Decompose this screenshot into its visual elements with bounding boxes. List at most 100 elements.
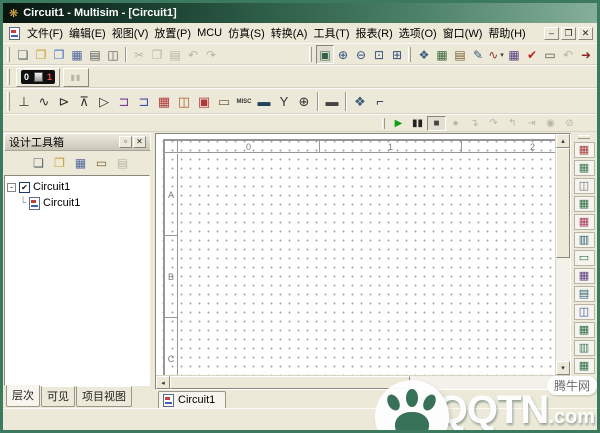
distortion-analyzer-button[interactable]: ▥: [573, 340, 595, 356]
step-over-button[interactable]: ↷: [484, 116, 503, 131]
menu-mcu[interactable]: MCU: [194, 25, 225, 41]
spectrum-analyzer-button[interactable]: ▦: [573, 358, 595, 374]
menu-view[interactable]: 视图(V): [109, 23, 152, 43]
menu-place[interactable]: 放置(P): [151, 23, 194, 43]
save-button[interactable]: ▦: [68, 45, 86, 64]
toolbar-grip[interactable]: [309, 47, 312, 62]
design-toolbox-toggle-button[interactable]: ❖: [415, 45, 433, 64]
place-misc-digital-button[interactable]: ▦: [154, 91, 174, 113]
tree-checkbox[interactable]: ✔: [19, 181, 30, 193]
place-source-button[interactable]: ⊥: [14, 91, 34, 113]
oscilloscope-button[interactable]: ▦: [573, 196, 595, 212]
toolbox-dock-button[interactable]: ▫: [119, 136, 132, 148]
place-advanced-peripherals-button[interactable]: ▬: [254, 91, 274, 113]
capture-area-button[interactable]: ▭: [541, 45, 559, 64]
scroll-down-button[interactable]: ▾: [556, 361, 570, 375]
zoom-area-button[interactable]: ⊡: [370, 45, 388, 64]
place-power-button[interactable]: ▭: [214, 91, 234, 113]
zoom-out-button[interactable]: ⊖: [352, 45, 370, 64]
step-out-button[interactable]: ↰: [503, 116, 522, 131]
toolbox-close-button[interactable]: ✕: [133, 136, 146, 148]
menu-window[interactable]: 窗口(W): [440, 23, 486, 43]
place-transistor-button[interactable]: ⊼: [74, 91, 94, 113]
mdi-close-button[interactable]: ✕: [578, 26, 593, 40]
bode-plotter-button[interactable]: ▥: [573, 232, 595, 248]
pause-simulation-button[interactable]: ▮▮: [408, 116, 427, 131]
toolbar-grip[interactable]: [578, 135, 590, 139]
print-button[interactable]: ▤: [86, 45, 104, 64]
schematic-canvas[interactable]: 012 ABC: [156, 134, 555, 375]
remove-breakpoints-button[interactable]: ⊘: [560, 116, 579, 131]
run-simulation-button[interactable]: ▶: [389, 116, 408, 131]
menu-transfer[interactable]: 转换(A): [268, 23, 311, 43]
place-indicator-button[interactable]: ▣: [194, 91, 214, 113]
design-toolbox-header[interactable]: 设计工具箱 ▫ ✕: [4, 133, 151, 151]
stop-simulation-button[interactable]: ■: [427, 116, 446, 131]
mdi-minimize-button[interactable]: –: [544, 26, 559, 40]
place-hierarchical-block-button[interactable]: ❖: [350, 91, 370, 113]
paste-button[interactable]: ▤: [166, 45, 184, 64]
run-to-cursor-button[interactable]: ⇥: [522, 116, 541, 131]
toolbox-tab-hierarchy[interactable]: 层次: [6, 385, 40, 407]
step-into-button[interactable]: ↴: [465, 116, 484, 131]
record-button[interactable]: ●: [446, 116, 465, 131]
logic-analyzer-button[interactable]: ▤: [573, 286, 595, 302]
mdi-restore-button[interactable]: ❐: [561, 26, 576, 40]
toolbox-properties-button[interactable]: ▤: [112, 153, 133, 173]
place-basic-button[interactable]: ∿: [34, 91, 54, 113]
tree-child-row[interactable]: └ Circuit1: [7, 195, 147, 211]
place-bus-button[interactable]: ⌐: [370, 91, 390, 113]
menu-edit[interactable]: 编辑(E): [66, 23, 109, 43]
menu-help[interactable]: 帮助(H): [485, 23, 528, 43]
menu-file[interactable]: 文件(F): [24, 23, 66, 43]
toolbox-new-folder-button[interactable]: ▭: [91, 153, 112, 173]
menu-reports[interactable]: 报表(R): [353, 23, 396, 43]
tree-collapse-toggle[interactable]: -: [7, 182, 16, 192]
place-mixed-button[interactable]: ◫: [174, 91, 194, 113]
place-rf-button[interactable]: Y: [274, 91, 294, 113]
zoom-in-button[interactable]: ⊕: [334, 45, 352, 64]
toolbar-grip[interactable]: [7, 47, 10, 62]
sheet-tab-circuit1[interactable]: Circuit1: [158, 391, 227, 408]
menu-simulate[interactable]: 仿真(S): [225, 23, 268, 43]
spreadsheet-view-button[interactable]: ▦: [433, 45, 451, 64]
scroll-up-button[interactable]: ▴: [556, 134, 570, 148]
toolbox-tab-project-view[interactable]: 项目视图: [76, 386, 132, 407]
print-preview-button[interactable]: ◫: [104, 45, 122, 64]
logic-converter-button[interactable]: ◫: [573, 304, 595, 320]
place-ni-component-button[interactable]: ▬: [322, 91, 342, 113]
menu-tools[interactable]: 工具(T): [310, 23, 352, 43]
pause-switch-button[interactable]: ▮▮: [63, 67, 89, 87]
vertical-scrollbar[interactable]: ▴ ▾: [555, 134, 570, 375]
place-cmos-button[interactable]: ⊐: [134, 91, 154, 113]
toolbar-grip[interactable]: [7, 92, 10, 111]
open-button[interactable]: ❐: [32, 45, 50, 64]
toolbar-grip[interactable]: [7, 69, 10, 85]
four-channel-oscilloscope-button[interactable]: ▦: [573, 214, 595, 230]
toggle-breakpoint-button[interactable]: ◉: [541, 116, 560, 131]
wattmeter-button[interactable]: ◫: [573, 178, 595, 194]
toolbox-open-button[interactable]: ❐: [49, 153, 70, 173]
grapher-button[interactable]: ∿: [487, 45, 505, 64]
zoom-full-button[interactable]: ⊞: [388, 45, 406, 64]
copy-button[interactable]: ❐: [148, 45, 166, 64]
multimeter-button[interactable]: ▦: [573, 142, 595, 158]
undo-button[interactable]: ↶: [184, 45, 202, 64]
back-annotate-button[interactable]: ↶: [559, 45, 577, 64]
menu-options[interactable]: 选项(O): [396, 23, 440, 43]
forward-annotate-button[interactable]: ➜: [577, 45, 595, 64]
open-sample-button[interactable]: ❐: [50, 45, 68, 64]
postprocessor-button[interactable]: ▦: [505, 45, 523, 64]
place-electromechanical-button[interactable]: ⊕: [294, 91, 314, 113]
redo-button[interactable]: ↷: [202, 45, 220, 64]
place-misc-button[interactable]: MISC: [234, 91, 254, 113]
toolbar-grip[interactable]: [408, 47, 411, 62]
simulation-run-switch[interactable]: 0 1: [16, 67, 60, 87]
word-generator-button[interactable]: ▦: [573, 268, 595, 284]
create-component-button[interactable]: ✎: [469, 45, 487, 64]
place-ttl-button[interactable]: ⊐: [114, 91, 134, 113]
full-page-view-button[interactable]: ▣: [316, 45, 334, 64]
frequency-counter-button[interactable]: ▭: [573, 250, 595, 266]
place-diode-button[interactable]: ⊳: [54, 91, 74, 113]
toolbar-grip[interactable]: [382, 118, 385, 129]
